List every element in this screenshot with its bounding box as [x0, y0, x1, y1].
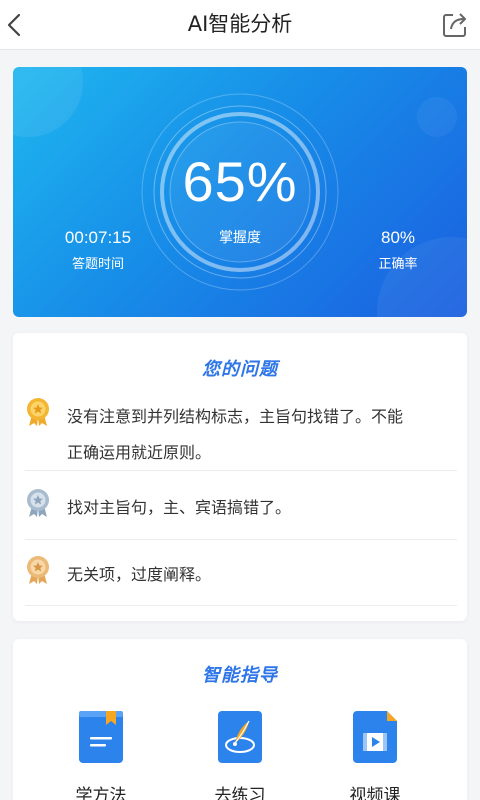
divider: [25, 470, 457, 471]
gold-medal-icon: [27, 398, 49, 426]
list-item: 没有注意到并列结构标志，主旨句找错了。不能 正确运用就近原则。: [25, 397, 457, 467]
problems-card: 您的问题 没有注意到并列结构标志，主旨句找错了。不能 正确运用就近原则。 找对主…: [13, 333, 467, 621]
problems-title: 您的问题: [202, 359, 278, 380]
list-item: 找对主旨句，主、宾语搞错了。: [25, 488, 457, 524]
divider: [25, 605, 457, 606]
accuracy-value: 80%: [380, 228, 416, 247]
guide-item-method[interactable]: 学方法: [51, 709, 151, 800]
guide-title: 智能指导: [202, 665, 278, 686]
mastery-label: 掌握度: [219, 230, 261, 246]
guide-label: 去练习: [214, 786, 266, 800]
answer-time-value: 00:07:15: [64, 228, 132, 247]
accuracy-stat: 80% 正确率: [353, 227, 443, 272]
video-file-icon: [353, 711, 397, 763]
guide-item-practice[interactable]: 去练习: [190, 709, 290, 800]
share-icon[interactable]: [440, 10, 470, 40]
quill-icon: [218, 711, 262, 763]
problem-text: 找对主旨句，主、宾语搞错了。: [67, 498, 292, 517]
top-nav-bar: AI智能分析: [0, 0, 480, 50]
answer-time-stat: 00:07:15 答题时间: [43, 227, 153, 272]
decor-circle: [13, 67, 83, 137]
answer-time-label: 答题时间: [71, 257, 124, 272]
score-summary-card: 65% 掌握度 00:07:15 答题时间 80% 正确率: [13, 67, 467, 317]
mastery-percent: 65%: [182, 150, 298, 213]
bronze-medal-icon: [27, 556, 49, 584]
silver-medal-icon: [27, 489, 49, 517]
problem-text: 无关项，过度阐释。: [67, 565, 212, 584]
divider: [25, 539, 457, 540]
accuracy-label: 正确率: [378, 257, 418, 272]
page-title: AI智能分析: [187, 12, 293, 36]
list-item: 无关项，过度阐释。: [25, 555, 457, 591]
guide-label: 视频课: [349, 786, 401, 800]
problem-text: 没有注意到并列结构标志，主旨句找错了。不能 正确运用就近原则。: [67, 399, 457, 471]
book-icon: [79, 711, 123, 763]
guide-card: 智能指导 学方法 去练习 视频课: [13, 639, 467, 800]
problem-text-line: 没有注意到并列结构标志，主旨句找错了。不能: [67, 407, 404, 426]
guide-label: 学方法: [75, 786, 127, 800]
problem-text-line: 正确运用就近原则。: [67, 443, 212, 462]
guide-item-video[interactable]: 视频课: [325, 709, 425, 800]
decor-circle: [417, 97, 457, 137]
